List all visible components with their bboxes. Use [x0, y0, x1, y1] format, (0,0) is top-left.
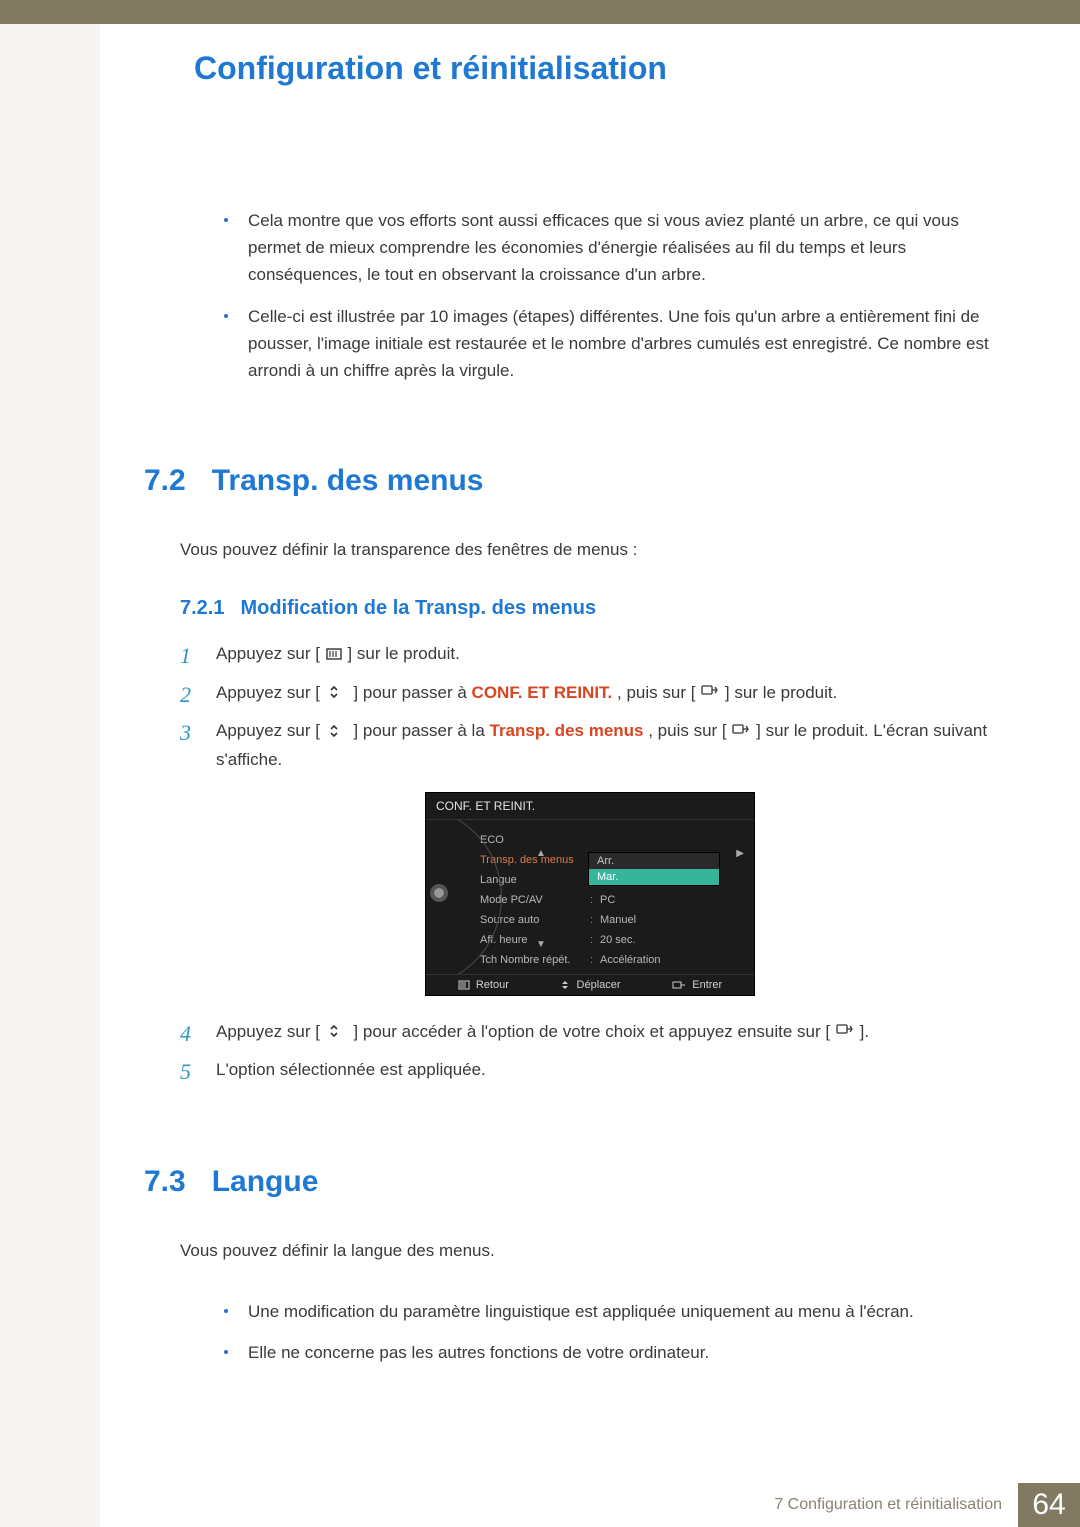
osd-value: Manuel — [600, 914, 744, 926]
osd-value: 20 sec. — [600, 934, 744, 946]
osd-footer: Retour Déplacer Entrer — [426, 974, 754, 995]
osd-row-tch: Tch Nombre répét. : Accélération — [480, 950, 744, 970]
menu-icon — [326, 641, 342, 669]
step-text: Appuyez sur [ — [216, 721, 320, 740]
steps-list-cont: 4 Appuyez sur [ ] pour accéder à l'optio… — [180, 1018, 1000, 1085]
step-text: , puis sur [ — [648, 721, 726, 740]
osd-separator: : — [590, 954, 600, 966]
arrow-up-icon: ▲ — [536, 848, 546, 859]
section-7-3: 7.3 Langue Vous pouvez définir la langue… — [180, 1165, 1000, 1367]
step-text: ] pour accéder à l'option de votre choix… — [353, 1022, 830, 1041]
intro-bullet: Celle-ci est illustrée par 10 images (ét… — [220, 303, 1000, 385]
enter-icon — [701, 679, 719, 707]
note-block: Une modification du paramètre linguistiq… — [180, 1298, 1000, 1366]
osd-separator: : — [590, 914, 600, 926]
footer-chapter-label: 7 Configuration et réinitialisation — [774, 1496, 1018, 1514]
osd-label: Aff. heure — [480, 934, 590, 946]
enter-icon — [732, 718, 750, 746]
page-content: Configuration et réinitialisation Cela m… — [100, 24, 1080, 1380]
note-bullet: Elle ne concerne pas les autres fonction… — [220, 1339, 1000, 1366]
osd-value: PC — [600, 894, 744, 906]
subsection-title: Modification de la Transp. des menus — [240, 597, 596, 620]
osd-footer-move: Déplacer — [560, 979, 620, 991]
osd-label: Transp. des menus — [480, 854, 590, 866]
step-text: Appuyez sur [ — [216, 683, 320, 702]
osd-label: ECO — [480, 834, 590, 846]
osd-row-mode: Mode PC/AV : PC — [480, 890, 744, 910]
step-4: 4 Appuyez sur [ ] pour accéder à l'optio… — [180, 1018, 1000, 1047]
note-bullet-list: Une modification du paramètre linguistiq… — [220, 1298, 1000, 1366]
section-number: 7.2 — [144, 464, 186, 498]
step-number: 5 — [180, 1054, 191, 1090]
step-number: 4 — [180, 1016, 191, 1052]
osd-row-heure: Aff. heure : 20 sec. — [480, 930, 744, 950]
step-number: 1 — [180, 638, 191, 674]
osd-separator: : — [590, 894, 600, 906]
step-5: 5 L'option sélectionnée est appliquée. — [180, 1056, 1000, 1084]
section-7-2: 7.2 Transp. des menus Vous pouvez défini… — [180, 464, 1000, 1084]
osd-footer-enter: Entrer — [672, 979, 722, 991]
step-text: ] sur le produit. — [347, 644, 459, 663]
osd-footer-back: Retour — [458, 979, 509, 991]
osd-option-on: Mar. — [589, 869, 719, 885]
arrow-down-icon: ▼ — [536, 939, 546, 950]
osd-option-off: Arr. — [589, 853, 719, 869]
osd-menu: ▲ ▶ ECO Transp. des menus : Langue : Fr — [478, 820, 754, 974]
subsection-number: 7.2.1 — [180, 597, 224, 620]
osd-label: Tch Nombre répét. — [480, 954, 590, 966]
step-1: 1 Appuyez sur [ ] sur le produit. — [180, 640, 1000, 669]
step-number: 2 — [180, 677, 191, 713]
intro-bullet: Cela montre que vos efforts sont aussi e… — [220, 207, 1000, 289]
section-title: Transp. des menus — [212, 464, 484, 498]
top-bar — [0, 0, 1080, 24]
step-text: , puis sur [ — [617, 683, 695, 702]
intro-bullet-list: Cela montre que vos efforts sont aussi e… — [220, 207, 1000, 384]
step-3: 3 Appuyez sur [ ] pour passer à la Trans… — [180, 717, 1000, 774]
steps-list: 1 Appuyez sur [ ] sur le produit. 2 Appu… — [180, 640, 1000, 774]
step-text: ] sur le produit. — [725, 683, 837, 702]
up-down-icon — [326, 1018, 348, 1046]
osd-value: Accélération — [600, 954, 744, 966]
osd-side-decoration — [426, 820, 478, 974]
section-intro: Vous pouvez définir la langue des menus. — [180, 1237, 1000, 1264]
step-number: 3 — [180, 715, 191, 751]
note-bullet: Une modification du paramètre linguistiq… — [220, 1298, 1000, 1325]
side-bar — [0, 24, 100, 1527]
menu-name-highlight: Transp. des menus — [490, 721, 644, 740]
section-intro: Vous pouvez définir la transparence des … — [180, 536, 1000, 563]
step-text: Appuyez sur [ — [216, 1022, 320, 1041]
step-text: Appuyez sur [ — [216, 644, 320, 663]
step-text: ]. — [860, 1022, 869, 1041]
footer-page-number: 64 — [1018, 1483, 1080, 1527]
osd-row-source: Source auto : Manuel — [480, 910, 744, 930]
osd-body: ▲ ▶ ECO Transp. des menus : Langue : Fr — [426, 820, 754, 974]
osd-separator: : — [590, 934, 600, 946]
step-2: 2 Appuyez sur [ ] pour passer à CONF. ET… — [180, 679, 1000, 708]
step-text: L'option sélectionnée est appliquée. — [216, 1060, 486, 1079]
enter-icon — [836, 1018, 854, 1046]
gear-icon — [430, 884, 448, 902]
section-number: 7.3 — [144, 1165, 186, 1199]
section-heading: 7.2 Transp. des menus — [144, 464, 1000, 498]
section-heading: 7.3 Langue — [144, 1165, 1000, 1199]
up-down-icon — [326, 718, 348, 746]
section-title: Langue — [212, 1165, 319, 1199]
subsection-heading: 7.2.1 Modification de la Transp. des men… — [180, 597, 1000, 620]
osd-panel: CONF. ET REINIT. ▲ ▶ ECO Transp. des men… — [425, 792, 755, 996]
step-text: ] pour passer à — [353, 683, 471, 702]
page-footer: 7 Configuration et réinitialisation 64 — [100, 1483, 1080, 1527]
osd-screenshot: CONF. ET REINIT. ▲ ▶ ECO Transp. des men… — [180, 792, 1000, 996]
step-text: ] pour passer à la — [353, 721, 489, 740]
menu-name-highlight: CONF. ET REINIT. — [472, 683, 613, 702]
osd-dropdown: Arr. Mar. — [588, 852, 720, 886]
arrow-right-icon: ▶ — [736, 848, 744, 859]
chapter-title: Configuration et réinitialisation — [194, 50, 1000, 87]
osd-title: CONF. ET REINIT. — [426, 793, 754, 820]
osd-row-eco: ECO — [480, 830, 744, 850]
up-down-icon — [326, 679, 348, 707]
